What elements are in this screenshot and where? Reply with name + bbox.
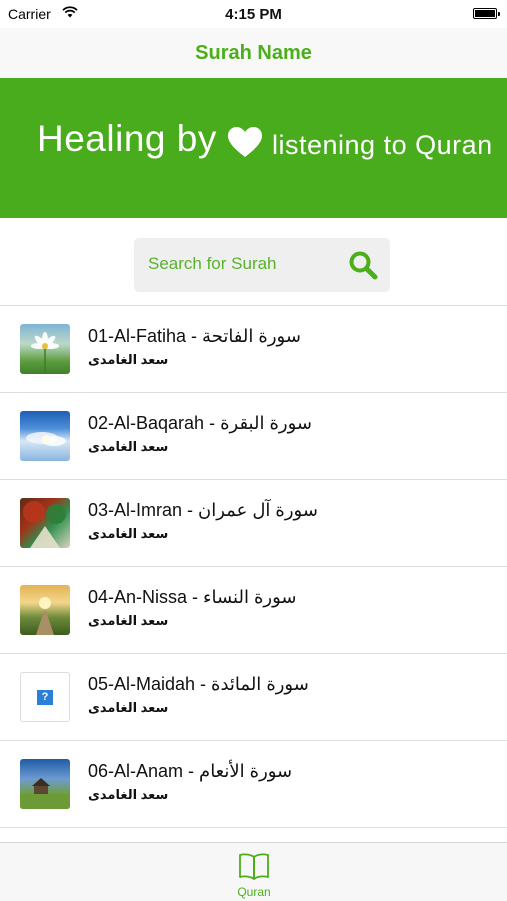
banner-text-healing: Healing by [37, 118, 217, 159]
sunset-path-photo-thumbnail [20, 585, 70, 635]
flower-photo-thumbnail [20, 324, 70, 374]
tab-quran[interactable]: Quran [220, 846, 288, 900]
sky-photo-thumbnail [20, 411, 70, 461]
battery-icon [473, 8, 500, 19]
surah-title: 06-Al-Anam - سورة الأنعام [88, 761, 293, 781]
reciter-name: سعد الغامدى [88, 526, 169, 541]
autumn-path-photo-thumbnail [20, 498, 70, 548]
surah-row[interactable]: 02-Al-Baqarah - سورة البقرة سعد الغامدى [0, 393, 507, 480]
tab-label: Quran [237, 885, 271, 899]
open-book-icon [239, 853, 269, 880]
reciter-name: سعد الغامدى [88, 439, 169, 454]
surah-title: 03-Al-Imran - سورة آل عمران [88, 500, 318, 520]
search-input[interactable] [148, 253, 338, 275]
surah-row[interactable]: 04-An-Nissa - سورة النساء سعد الغامدى [0, 567, 507, 654]
surah-list: 01-Al-Fatiha - سورة الفاتحة سعد الغامدى … [0, 306, 507, 828]
surah-title: 02-Al-Baqarah - سورة البقرة [88, 413, 312, 433]
search-icon[interactable] [348, 250, 378, 280]
clock: 4:15 PM [225, 6, 282, 23]
missing-image-icon: ? [20, 672, 70, 722]
page-title: Surah Name [195, 42, 312, 64]
surah-title: 05-Al-Maidah - سورة المائدة [88, 674, 309, 694]
search-bar[interactable] [134, 238, 390, 292]
navigation-bar: Surah Name [0, 28, 507, 78]
surah-row[interactable]: 06-Al-Anam - سورة الأنعام سعد الغامدى [0, 741, 507, 828]
cabin-field-photo-thumbnail [20, 759, 70, 809]
surah-row[interactable]: ? 05-Al-Maidah - سورة المائدة سعد الغامد… [0, 654, 507, 741]
reciter-name: سعد الغامدى [88, 613, 169, 628]
surah-title: 04-An-Nissa - سورة النساء [88, 587, 297, 607]
surah-row[interactable]: 01-Al-Fatiha - سورة الفاتحة سعد الغامدى [0, 306, 507, 393]
status-bar: Carrier 4:15 PM [0, 0, 507, 28]
reciter-name: سعد الغامدى [88, 352, 169, 367]
reciter-name: سعد الغامدى [88, 700, 169, 715]
healing-banner: Healing by listening to Quran [0, 78, 507, 218]
surah-row[interactable]: 03-Al-Imran - سورة آل عمران سعد الغامدى [0, 480, 507, 567]
tab-bar: Quran [0, 842, 507, 901]
banner-text-listening: listening to Quran [272, 130, 493, 160]
surah-title: 01-Al-Fatiha - سورة الفاتحة [88, 326, 301, 346]
heart-icon [228, 127, 262, 157]
reciter-name: سعد الغامدى [88, 787, 169, 802]
